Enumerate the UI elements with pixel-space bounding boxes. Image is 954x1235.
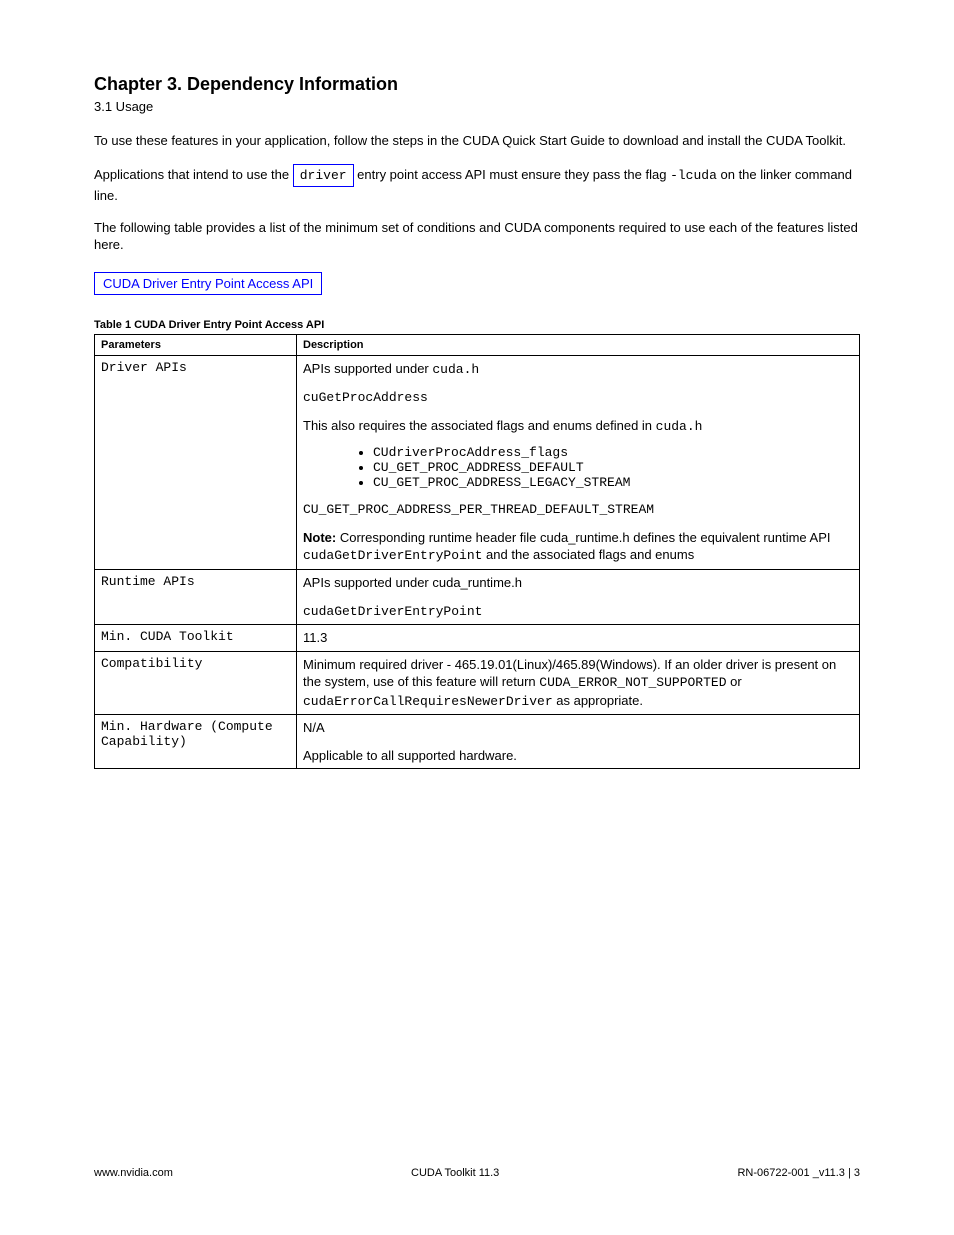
desc-paragraph: Applicable to all supported hardware. [303, 747, 853, 765]
param-description: APIs supported under cuda_runtime.h cudaG… [297, 570, 860, 625]
param-label: Driver APIs [95, 355, 297, 569]
table-row: Runtime APIsAPIs supported under cuda_ru… [95, 570, 860, 625]
table-row: CompatibilityMinimum required driver - 4… [95, 651, 860, 715]
table-header-row: Parameters Description [95, 334, 860, 355]
desc-paragraph: CU_GET_PROC_ADDRESS_PER_THREAD_DEFAULT_S… [303, 500, 853, 519]
p1-suffix: to download and install the CUDA Toolkit… [605, 133, 846, 148]
param-description: 11.3 [297, 625, 860, 652]
page-footer: www.nvidia.com CUDA Toolkit 11.3 RN-0672… [94, 1167, 860, 1179]
parameters-table: Parameters Description Driver APIsAPIs s… [94, 334, 860, 770]
desc-paragraph: 11.3 [303, 629, 853, 647]
desc-paragraph: This also requires the associated flags … [303, 417, 853, 436]
feature-link[interactable]: CUDA Driver Entry Point Access API [94, 272, 322, 295]
p2-mid: entry point access API must ensure they … [354, 167, 671, 182]
col-header-parameters: Parameters [95, 334, 297, 355]
footer-center: CUDA Toolkit 11.3 [411, 1167, 499, 1179]
param-label: Min. Hardware (Compute Capability) [95, 715, 297, 769]
desc-list-item: CU_GET_PROC_ADDRESS_LEGACY_STREAM [373, 475, 853, 490]
intro-paragraph-2: Applications that intend to use the driv… [94, 164, 860, 205]
desc-paragraph: cuGetProcAddress [303, 388, 853, 407]
desc-paragraph: Minimum required driver - 465.19.01(Linu… [303, 656, 853, 711]
table-row: Min. Hardware (Compute Capability) N/A App… [95, 715, 860, 769]
table-row: Min. CUDA Toolkit 11.3 [95, 625, 860, 652]
desc-list: CUdriverProcAddress_flagsCU_GET_PROC_ADD… [303, 445, 853, 490]
desc-paragraph: APIs supported under cuda.h [303, 360, 853, 379]
col-header-description: Description [297, 334, 860, 355]
footer-right: RN-06722-001 _v11.3 | 3 [737, 1167, 860, 1179]
param-label: Runtime APIs [95, 570, 297, 625]
desc-paragraph: cudaGetDriverEntryPoint [303, 602, 853, 621]
section-number: 3.1 Usage [94, 99, 860, 114]
param-description: Minimum required driver - 465.19.01(Linu… [297, 651, 860, 715]
param-label: Compatibility [95, 651, 297, 715]
desc-list-item: CU_GET_PROC_ADDRESS_DEFAULT [373, 460, 853, 475]
chapter-title: Chapter 3. Dependency Information [94, 74, 860, 95]
p1-prefix: To use these features in your applicatio… [94, 133, 463, 148]
param-description: APIs supported under cuda.h cuGetProcAddr… [297, 355, 860, 569]
table-title: Table 1 CUDA Driver Entry Point Access A… [94, 319, 860, 331]
footer-left: www.nvidia.com [94, 1167, 173, 1179]
param-description: N/A Applicable to all supported hardware. [297, 715, 860, 769]
desc-paragraph: N/A [303, 719, 853, 737]
document-page: Chapter 3. Dependency Information 3.1 Us… [0, 0, 954, 1235]
desc-paragraph: APIs supported under cuda_runtime.h [303, 574, 853, 592]
code-driver: driver [293, 164, 354, 188]
desc-list-item: CUdriverProcAddress_flags [373, 445, 853, 460]
p2-prefix: Applications that intend to use the [94, 167, 293, 182]
intro-paragraph-1: To use these features in your applicatio… [94, 132, 860, 150]
code-lcuda: -lcuda [670, 168, 717, 183]
quickstart-link[interactable]: CUDA Quick Start Guide [463, 133, 605, 148]
table-row: Driver APIs APIs supported under cuda.h cu… [95, 355, 860, 569]
desc-paragraph: Note: Corresponding runtime header file … [303, 529, 853, 565]
param-label: Min. CUDA Toolkit [95, 625, 297, 652]
intro-paragraph-3: The following table provides a list of t… [94, 219, 860, 254]
